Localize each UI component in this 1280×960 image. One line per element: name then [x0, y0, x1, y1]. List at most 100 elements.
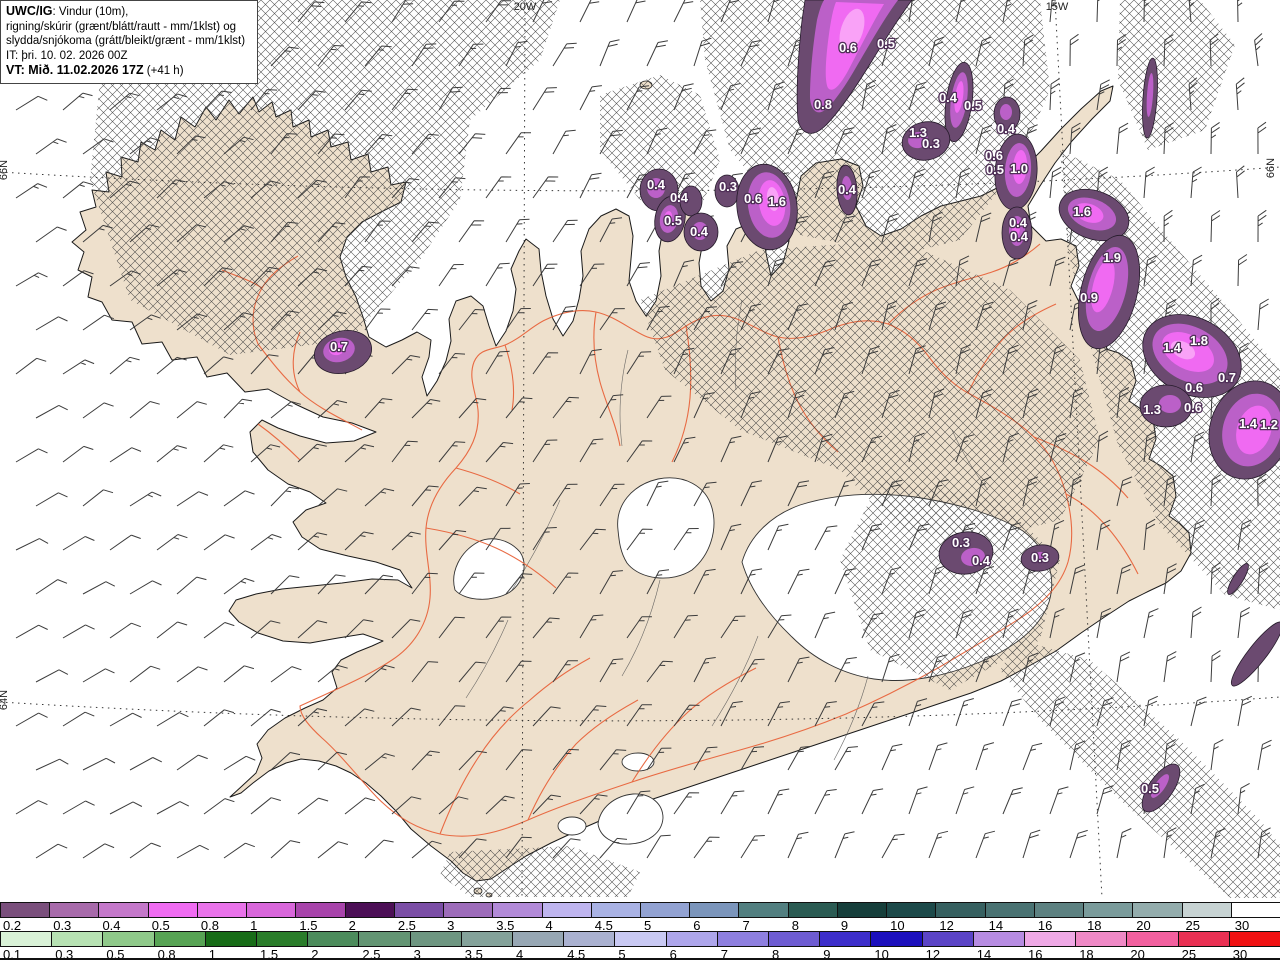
legend-color-segment	[256, 932, 308, 946]
title-line-3: slydda/snjókoma (grátt/bleikt/grænt - mm…	[6, 35, 246, 47]
precip-value-label: 1.9	[1103, 250, 1121, 265]
legend-color-segment	[886, 903, 936, 917]
legend-color-segment	[98, 903, 148, 917]
program-name: UWC/IG	[6, 4, 53, 18]
legend-color-segment	[590, 903, 640, 917]
title-line-1: UWC/IG: Vindur (10m),	[6, 4, 129, 18]
legend-color-segment	[307, 932, 359, 946]
graticule-label: 20W	[514, 1, 537, 13]
legend-color-segment	[1083, 903, 1133, 917]
precip-value-label: 1.2	[1260, 417, 1278, 432]
legend-color-segment	[1230, 903, 1280, 917]
legend-color-segment	[1181, 903, 1231, 917]
legend-color-segment	[870, 932, 922, 946]
legend-color-segment	[204, 932, 256, 946]
precip-value-label: 0.4	[972, 553, 991, 568]
legend-color-segment	[196, 903, 247, 917]
legend-color-segment	[460, 932, 512, 946]
legend-color-segment	[1177, 932, 1229, 946]
precip-value-label: 0.4	[838, 182, 857, 197]
precip-value-label: 0.6	[985, 148, 1003, 163]
weather-map-page: 0.6 0.5 0.8 0.4 0.5 1.3 0.3 0.4 0.6 0.5 1.0 0.4 0.4 0…	[0, 0, 1280, 960]
legend-color-segment	[102, 932, 154, 946]
graticule-label: 64N	[0, 690, 10, 710]
precip-value-label: 0.5	[986, 162, 1004, 177]
legend-color-segment	[1132, 903, 1182, 917]
legend-color-segment	[1075, 932, 1127, 946]
precip-value-label: 1.3	[1143, 402, 1161, 417]
precip-value-label: 1.6	[768, 194, 786, 209]
legend-color-segment	[819, 932, 871, 946]
precip-value-label: 0.5	[877, 36, 895, 51]
precip-value-label: 0.5	[664, 213, 682, 228]
legend-color-segment	[409, 932, 461, 946]
precip-value-label: 1.6	[1073, 204, 1091, 219]
legend-color-segment	[344, 903, 394, 917]
precip-value-label: 0.5	[964, 98, 982, 113]
precip-value-label: 0.3	[719, 179, 737, 194]
legend-color-segment	[689, 903, 739, 917]
precip-value-label: 0.4	[647, 177, 666, 192]
precip-value-label: 0.6	[744, 191, 762, 206]
legend-color-segment	[921, 932, 973, 946]
precip-value-label: 0.4	[670, 190, 689, 205]
graticule-label: 66N	[1265, 158, 1277, 178]
precip-value-label: 0.6	[1185, 380, 1203, 395]
legend-color-segment	[787, 903, 837, 917]
legend-color-segment	[738, 903, 788, 917]
legend: 0.2 0.3 0.4 0.5 0.8 1 1.5 2 2.5 3 3.5 4 4.5 5 6 7 8 9 10 12…	[0, 898, 1280, 960]
precip-value-label: 0.7	[330, 339, 348, 354]
valid-time: VT: Mið. 11.02.2026 17Z	[6, 63, 144, 77]
precip-blob	[1000, 104, 1012, 120]
precip-value-label: 0.5	[1141, 781, 1159, 796]
precip-value-label: 0.9	[1080, 290, 1098, 305]
glacier-hofsjokull	[617, 477, 715, 579]
precip-value-label: 0.4	[1009, 215, 1028, 230]
precip-value-label: 0.4	[939, 90, 958, 105]
precip-value-label: 1.4	[1239, 416, 1258, 431]
legend-color-segment	[512, 932, 564, 946]
precip-value-label: 0.8	[814, 97, 832, 112]
legend-color-segment	[984, 903, 1034, 917]
sleet-scale-bar	[0, 902, 1280, 918]
legend-color-segment	[51, 932, 103, 946]
legend-color-segment	[1228, 932, 1280, 946]
precip-value-label: 0.4	[1010, 229, 1029, 244]
title-line-4: IT: þri. 10. 02. 2026 00Z	[6, 49, 128, 62]
legend-color-segment	[836, 903, 887, 917]
precip-value-label: 0.6	[839, 40, 857, 55]
graticule-label: 15W	[1046, 1, 1069, 13]
precip-value-label: 0.3	[1031, 550, 1049, 565]
legend-color-segment	[541, 903, 591, 917]
legend-color-segment	[295, 903, 345, 917]
legend-color-segment	[665, 932, 717, 946]
legend-color-segment	[492, 903, 542, 917]
precip-blob	[1159, 395, 1181, 413]
iceland-weather-map: 0.6 0.50.8 0.40.51.30.30.40.60.5 1.00.40.40…	[0, 0, 1280, 898]
legend-color-segment	[393, 903, 444, 917]
precip-value-label: 1.0	[1010, 161, 1028, 176]
sleet-scale-labels: 0.2 0.3 0.4 0.5 0.8 1 1.5 2 2.5 3 3.5 4 4.5 5 6 7 8 9 10 12…	[0, 918, 1280, 933]
legend-color-segment	[147, 903, 197, 917]
legend-color-segment	[768, 932, 820, 946]
legend-color-segment	[153, 932, 205, 946]
legend-color-segment	[972, 932, 1024, 946]
precip-value-label: 0.4	[690, 224, 709, 239]
legend-color-segment	[49, 903, 99, 917]
legend-color-segment	[935, 903, 985, 917]
legend-color-segment	[358, 932, 410, 946]
legend-color-segment	[0, 932, 52, 946]
precip-value-label: 1.8	[1190, 333, 1208, 348]
precip-value-label: 1.4	[1163, 340, 1182, 355]
precip-value-label: 0.7	[1218, 370, 1236, 385]
glacier-eyjafjallajokull	[557, 816, 587, 836]
precip-value-label: 0.6	[1184, 400, 1202, 415]
legend-color-segment	[1033, 903, 1084, 917]
precip-value-label: 0.4	[997, 121, 1016, 136]
precip-value-label: 0.3	[922, 136, 940, 151]
legend-color-segment	[1024, 932, 1076, 946]
legend-color-segment	[563, 932, 615, 946]
legend-color-segment	[1126, 932, 1178, 946]
legend-color-segment	[640, 903, 690, 917]
legend-color-segment	[716, 932, 768, 946]
